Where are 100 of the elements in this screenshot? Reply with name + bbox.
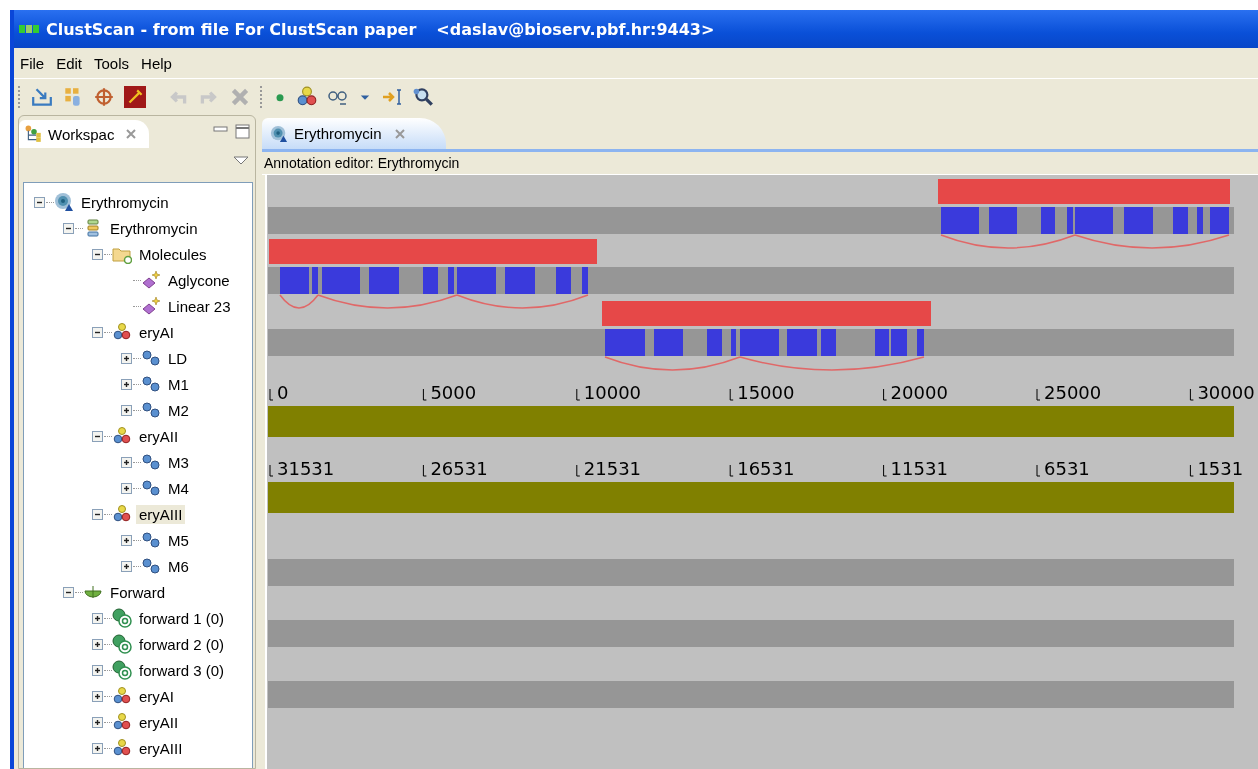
tree-item[interactable]: eryAI: [136, 322, 177, 342]
tree-item[interactable]: forward 1 (0): [136, 608, 228, 628]
collapse-icon[interactable]: [92, 430, 103, 442]
target-icon: [270, 124, 288, 143]
editor-tab[interactable]: Erythromycin: [262, 118, 446, 149]
collapse-icon[interactable]: [34, 196, 45, 208]
circles-icon: [141, 374, 161, 394]
circles-icon: [112, 504, 132, 524]
close-icon[interactable]: [125, 128, 138, 140]
circles-icon: [112, 686, 132, 706]
tree-item[interactable]: M5: [165, 530, 192, 550]
view-menu-icon[interactable]: [233, 156, 249, 166]
ruler-label: 25000: [1044, 382, 1102, 403]
domain-block: [707, 329, 722, 356]
tree-item[interactable]: eryAI: [136, 686, 177, 706]
expand-icon[interactable]: [121, 560, 132, 572]
domain-block: [787, 329, 817, 356]
ruler-label: 30000: [1197, 382, 1255, 403]
domain-block: [654, 329, 683, 356]
domain-block: [989, 207, 1017, 234]
circles-icon: [141, 348, 161, 368]
collapse-icon[interactable]: [63, 222, 74, 234]
menu-item[interactable]: Help: [135, 52, 178, 74]
menu-item[interactable]: Tools: [88, 52, 136, 74]
tick-mark: [422, 388, 427, 401]
tree-item[interactable]: Erythromycin: [78, 192, 172, 212]
close-icon[interactable]: [393, 127, 406, 140]
expand-icon[interactable]: [92, 742, 103, 754]
expand-icon[interactable]: [121, 534, 132, 546]
collapse-icon[interactable]: [92, 326, 103, 338]
ruler-label: 10000: [583, 382, 642, 403]
expand-icon[interactable]: [121, 482, 132, 494]
import-icon[interactable]: [31, 86, 53, 108]
domain-block: [731, 329, 736, 356]
domain-block: [605, 329, 645, 356]
tick-mark: [1189, 388, 1194, 401]
tree-item[interactable]: M6: [165, 556, 192, 576]
expand-icon[interactable]: [92, 690, 103, 702]
tick-mark: [729, 464, 734, 477]
tree-item[interactable]: M3: [165, 452, 192, 472]
collapse-icon[interactable]: [92, 508, 103, 520]
expand-icon[interactable]: [121, 404, 132, 416]
menu-item[interactable]: File: [14, 52, 51, 74]
tree-item[interactable]: M1: [165, 374, 192, 394]
arrow-to-cursor-icon[interactable]: [381, 86, 403, 108]
collapse-icon[interactable]: [63, 586, 74, 598]
tree-item[interactable]: eryAII: [136, 712, 182, 732]
tree-item[interactable]: Molecules: [136, 244, 210, 264]
domains-icon[interactable]: [296, 86, 318, 108]
expand-icon[interactable]: [92, 716, 103, 728]
ruler-label: 0: [277, 382, 289, 403]
tree-item[interactable]: M2: [165, 400, 192, 420]
circles-icon: [112, 426, 132, 446]
tree-icon: [25, 125, 43, 143]
tree-item[interactable]: eryAII: [136, 426, 182, 446]
circles-icon: [141, 400, 161, 420]
magnifier-icon[interactable]: [412, 86, 434, 108]
gem-icon: [141, 270, 161, 290]
tree-item[interactable]: Aglycone: [165, 270, 233, 290]
collapse-icon[interactable]: [92, 248, 103, 260]
domain-block: [280, 267, 309, 294]
tree-item[interactable]: forward 2 (0): [136, 634, 228, 654]
expand-icon[interactable]: [121, 378, 132, 390]
domain-block: [423, 267, 438, 294]
tick-mark: [1189, 464, 1194, 477]
tick-mark: [729, 388, 734, 401]
maximize-icon[interactable]: [235, 124, 251, 140]
tree-item[interactable]: eryAIII: [136, 738, 186, 758]
ruler-label: 6531: [1044, 458, 1090, 479]
tick-mark: [883, 464, 888, 477]
gem-icon: [141, 296, 161, 316]
tick-mark: [576, 388, 581, 401]
ruler-label: 31531: [277, 458, 335, 479]
domain-block: [821, 329, 836, 356]
domain-block: [1210, 207, 1229, 234]
tick-mark: [1036, 388, 1041, 401]
tree-item[interactable]: LD: [165, 348, 191, 368]
tree-item[interactable]: Erythromycin: [107, 218, 201, 238]
domain-block: [740, 329, 779, 356]
expand-icon[interactable]: [121, 352, 132, 364]
tick-mark: [269, 388, 274, 401]
tick-mark: [269, 464, 274, 477]
expand-icon[interactable]: [121, 456, 132, 468]
tree-item[interactable]: Linear 23: [165, 296, 234, 316]
view-tab[interactable]: Workspac: [19, 120, 150, 148]
crosshair-icon[interactable]: [93, 86, 115, 108]
tree-item[interactable]: forward 3 (0): [136, 660, 228, 680]
tick-mark: [883, 388, 888, 401]
target-icon: [54, 192, 74, 212]
expand-icon[interactable]: [92, 638, 103, 650]
domain-block: [1041, 207, 1055, 234]
domain-block: [582, 267, 588, 294]
tree-item[interactable]: eryAIII: [136, 504, 186, 524]
ruler-label: 15000: [737, 382, 795, 403]
tree-item[interactable]: Forward: [107, 582, 168, 602]
expand-icon[interactable]: [92, 612, 103, 624]
tree-item[interactable]: M4: [165, 478, 192, 498]
tick-mark: [422, 464, 427, 477]
menu-item[interactable]: Edit: [50, 52, 89, 74]
expand-icon[interactable]: [92, 664, 103, 676]
